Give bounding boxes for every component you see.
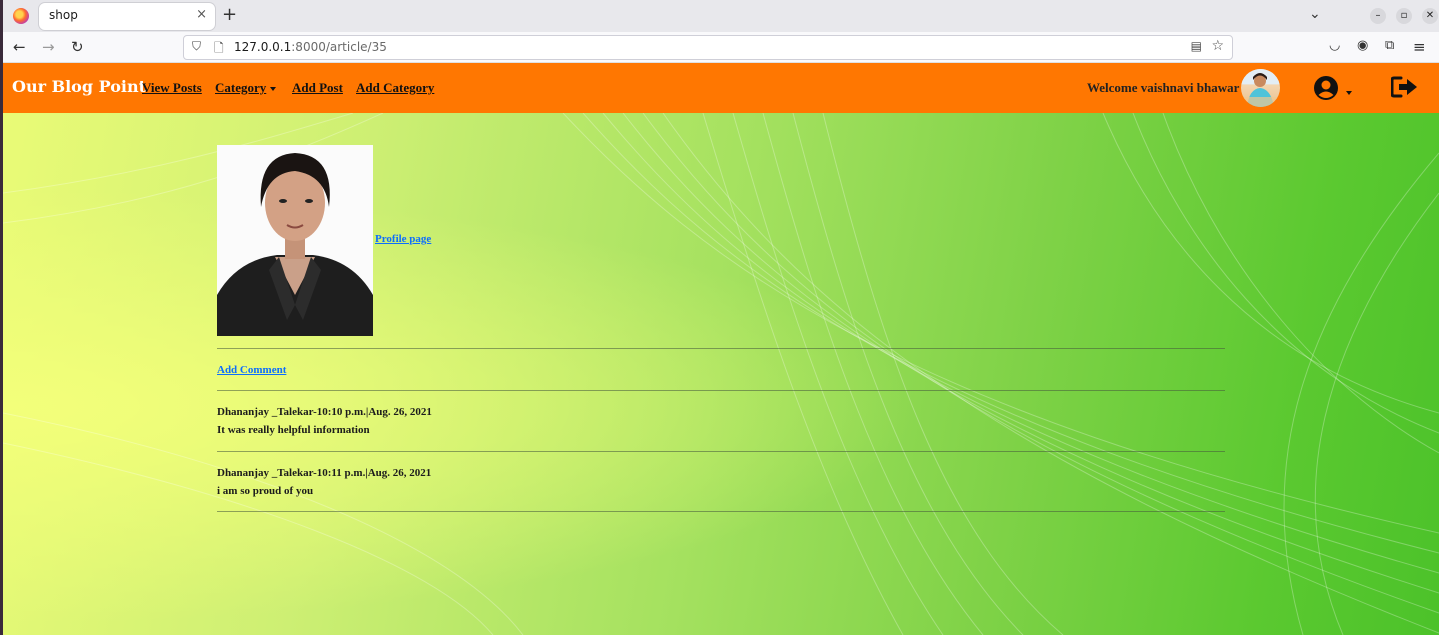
caret-down-icon — [270, 87, 277, 92]
shield-icon[interactable]: ⛉ — [192, 39, 201, 54]
comment-body: i am so proud of you — [217, 485, 314, 497]
site-navbar: Our Blog Point View Posts Category Add P… — [3, 63, 1439, 113]
divider — [217, 511, 1225, 512]
author-photo-image — [217, 145, 373, 336]
welcome-text: Welcome vaishnavi bhawar — [1087, 80, 1240, 95]
add-comment-link[interactable]: Add Comment — [217, 364, 286, 376]
browser-tab-bar: shop × + ⌄ – ▫ ✕ — [3, 0, 1439, 32]
comment-meta: Dhananjay _Talekar-10:11 p.m.|Aug. 26, 2… — [217, 467, 432, 479]
nav-category-dropdown[interactable]: Category — [215, 80, 277, 96]
pocket-icon[interactable]: ◡ — [1329, 38, 1340, 53]
divider — [217, 348, 1225, 349]
url-bar[interactable]: ⛉ 🗋 127.0.0.1:8000/article/35 ▤ ☆ — [183, 35, 1233, 60]
divider — [217, 451, 1225, 452]
reload-icon[interactable]: ↻ — [71, 38, 84, 56]
browser-tab[interactable]: shop × — [39, 3, 215, 30]
tab-title: shop — [49, 8, 78, 22]
firefox-icon — [13, 8, 29, 24]
nav-add-post[interactable]: Add Post — [292, 80, 343, 96]
user-circle-icon[interactable] — [1313, 75, 1339, 101]
logout-icon[interactable] — [1391, 76, 1419, 98]
page-content: Our Blog Point View Posts Category Add P… — [3, 63, 1439, 635]
menu-icon[interactable]: ≡ — [1413, 38, 1426, 56]
minimize-button[interactable]: – — [1370, 8, 1386, 24]
chevron-down-icon[interactable]: ⌄ — [1309, 6, 1321, 22]
divider — [217, 390, 1225, 391]
avatar-image — [1241, 69, 1280, 107]
forward-icon[interactable]: → — [42, 38, 55, 56]
close-tab-icon[interactable]: × — [196, 7, 207, 22]
page-icon: 🗋 — [214, 41, 224, 55]
nav-view-posts[interactable]: View Posts — [142, 80, 202, 96]
caret-down-icon[interactable] — [1346, 91, 1352, 95]
restore-button[interactable]: ▫ — [1396, 8, 1412, 24]
avatar[interactable] — [1241, 69, 1280, 107]
extensions-icon[interactable]: ⧉ — [1385, 38, 1394, 53]
profile-page-link[interactable]: Profile page — [375, 233, 431, 245]
author-photo — [217, 145, 373, 336]
url-host: 127.0.0.1 — [234, 40, 292, 54]
new-tab-button[interactable]: + — [222, 4, 237, 25]
brand-link[interactable]: Our Blog Point — [12, 77, 146, 96]
account-icon[interactable]: ◉ — [1357, 38, 1368, 53]
close-window-button[interactable]: ✕ — [1422, 8, 1438, 24]
browser-toolbar: ← → ↻ ⛉ 🗋 127.0.0.1:8000/article/35 ▤ ☆ … — [3, 32, 1439, 63]
nav-add-category[interactable]: Add Category — [356, 80, 434, 96]
comment-body: It was really helpful information — [217, 424, 370, 436]
url-text[interactable]: 127.0.0.1:8000/article/35 — [234, 40, 387, 54]
url-path: :8000/article/35 — [291, 40, 387, 54]
star-icon[interactable]: ☆ — [1211, 38, 1224, 54]
back-icon[interactable]: ← — [13, 38, 26, 56]
reader-icon[interactable]: ▤ — [1191, 39, 1202, 53]
comment-meta: Dhananjay _Talekar-10:10 p.m.|Aug. 26, 2… — [217, 406, 432, 418]
nav-category-label: Category — [215, 80, 267, 95]
